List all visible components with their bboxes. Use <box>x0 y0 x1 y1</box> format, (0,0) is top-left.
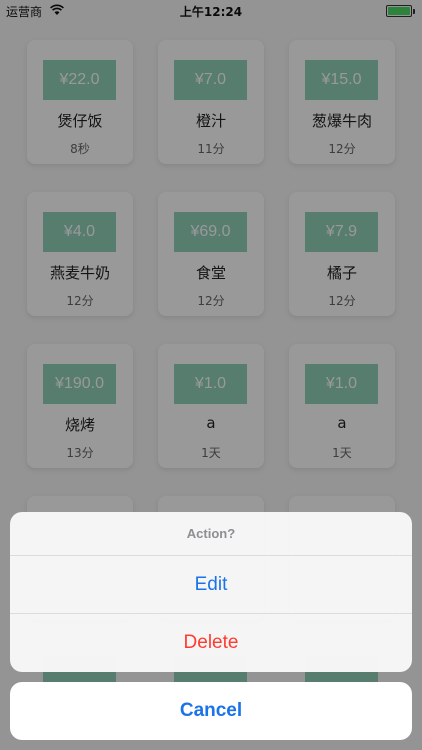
action-sheet-title: Action? <box>10 512 412 556</box>
cancel-button[interactable]: Cancel <box>10 682 412 740</box>
edit-button[interactable]: Edit <box>10 556 412 614</box>
action-sheet: Action? Edit Delete <box>10 512 412 672</box>
delete-button[interactable]: Delete <box>10 614 412 672</box>
